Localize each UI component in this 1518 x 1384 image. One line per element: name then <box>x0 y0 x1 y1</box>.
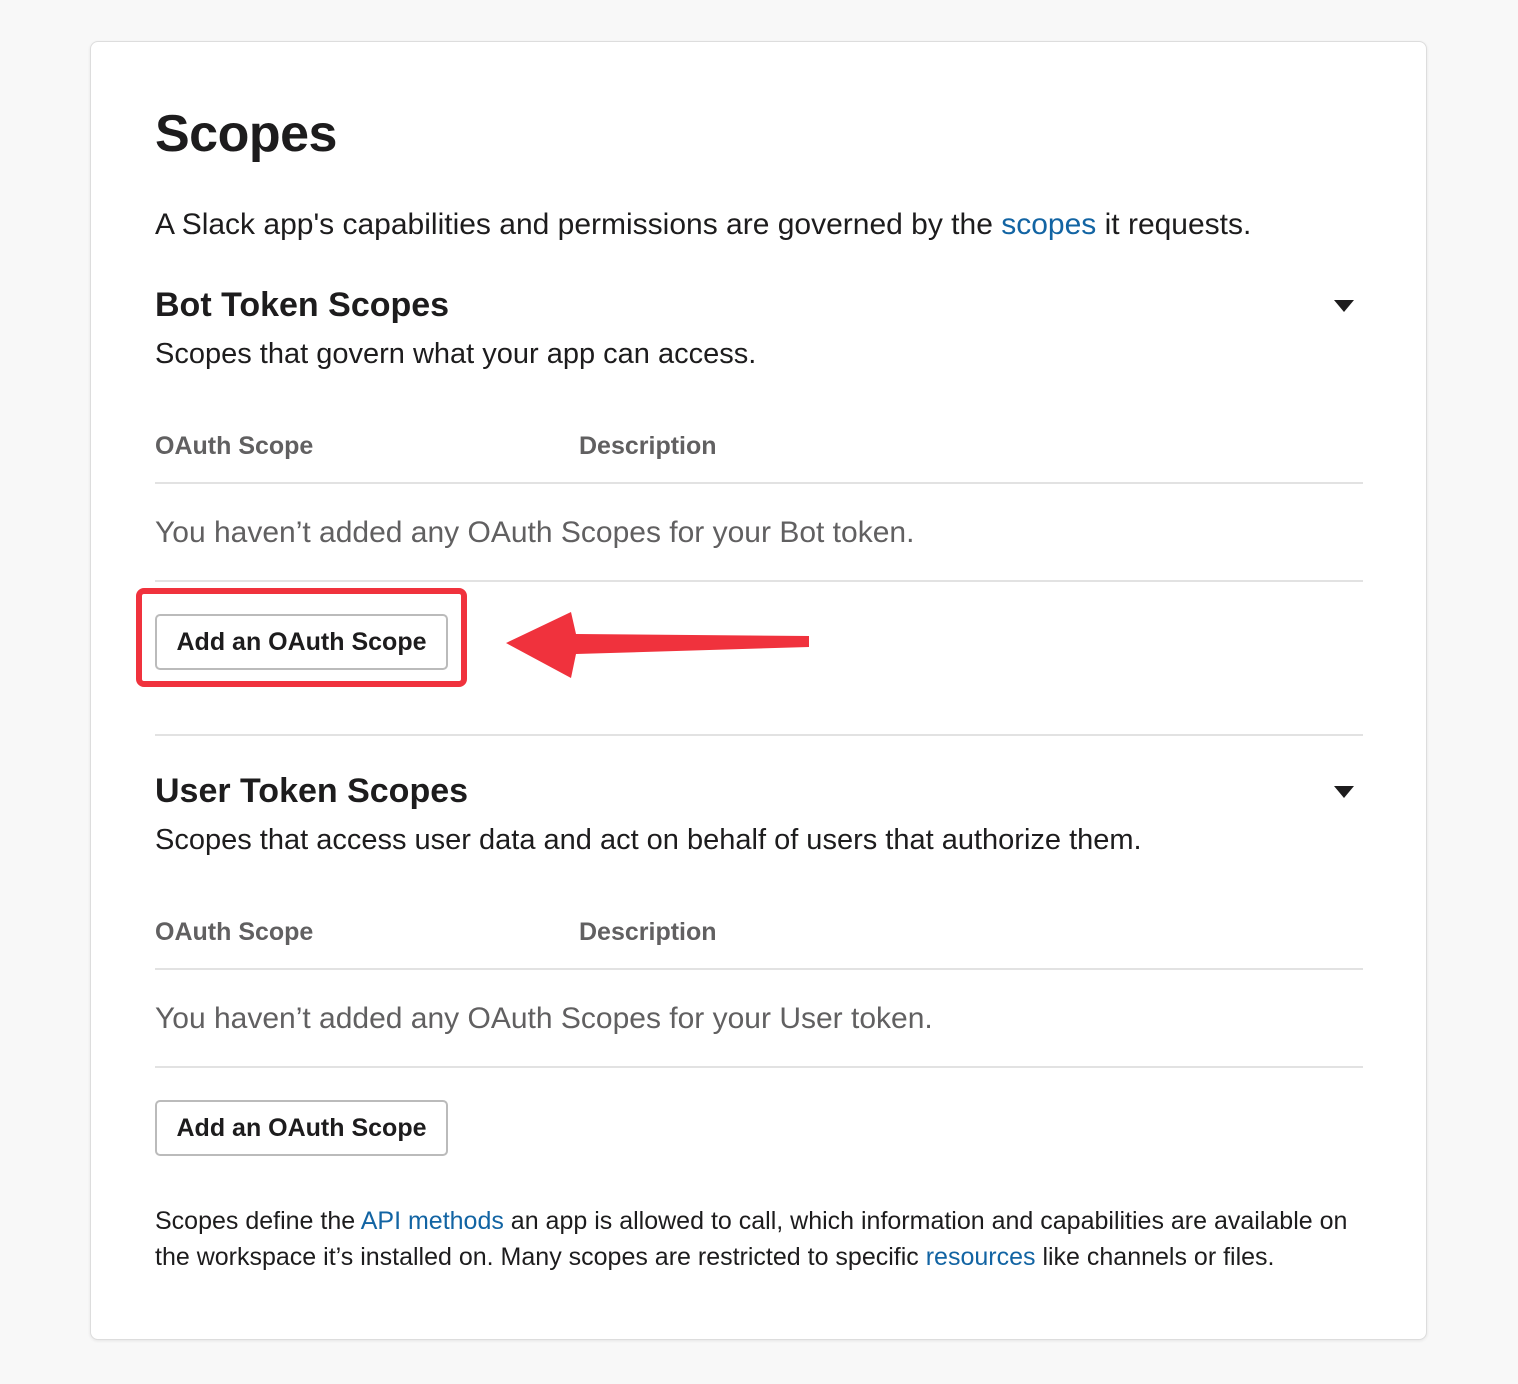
bot-table-divider-bottom <box>155 580 1363 582</box>
bot-add-oauth-scope-button[interactable]: Add an OAuth Scope <box>155 614 448 670</box>
bot-table-divider-top <box>155 482 1363 484</box>
bot-empty-message: You haven’t added any OAuth Scopes for y… <box>155 516 915 549</box>
api-methods-link[interactable]: API methods <box>361 1207 504 1235</box>
bot-token-scopes-subtitle: Scopes that govern what your app can acc… <box>155 338 757 370</box>
footer-text: Scopes define the API methods an app is … <box>155 1203 1365 1275</box>
footer-text-3: like channels or files. <box>1035 1243 1275 1271</box>
user-table-divider-top <box>155 968 1363 970</box>
footer-text-1: Scopes define the <box>155 1207 361 1235</box>
page-title: Scopes <box>155 105 337 163</box>
user-token-scopes-subtitle: Scopes that access user data and act on … <box>155 824 1142 856</box>
left-arrow-icon <box>506 612 809 678</box>
left-arrow-shape <box>506 612 809 678</box>
user-section-collapse-chevron-icon[interactable] <box>1334 786 1354 798</box>
intro-text: A Slack app's capabilities and permissio… <box>155 208 1251 242</box>
section-divider <box>155 734 1363 736</box>
intro-text-end: it requests. <box>1096 208 1252 241</box>
user-token-scopes-title: User Token Scopes <box>155 772 469 810</box>
user-col-oauth-scope: OAuth Scope <box>155 918 314 946</box>
user-empty-message: You haven’t added any OAuth Scopes for y… <box>155 1002 933 1035</box>
user-add-oauth-scope-button[interactable]: Add an OAuth Scope <box>155 1100 448 1156</box>
user-table-divider-bottom <box>155 1066 1363 1068</box>
scopes-link[interactable]: scopes <box>1001 208 1096 241</box>
resources-link[interactable]: resources <box>926 1243 1036 1271</box>
intro-text-start: A Slack app's capabilities and permissio… <box>155 208 1002 241</box>
bot-section-collapse-chevron-icon[interactable] <box>1334 300 1354 312</box>
user-col-description: Description <box>579 918 717 946</box>
bot-col-description: Description <box>579 432 717 460</box>
bot-col-oauth-scope: OAuth Scope <box>155 432 314 460</box>
bot-token-scopes-title: Bot Token Scopes <box>155 286 450 324</box>
scopes-card: Scopes A Slack app's capabilities and pe… <box>90 41 1427 1340</box>
